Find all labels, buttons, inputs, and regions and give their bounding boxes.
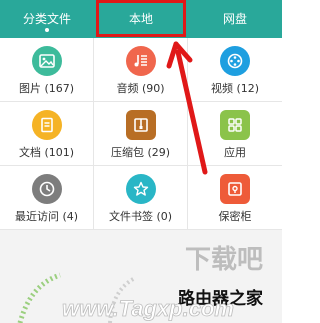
category-recent[interactable]: 最近访问 (4) [0, 166, 94, 230]
apps-icon [220, 110, 250, 140]
tab-category-files[interactable]: 分类文件 [0, 0, 94, 38]
safe-icon [220, 174, 250, 204]
category-archives[interactable]: 压缩包 (29) [94, 102, 188, 166]
category-label: 压缩包 (29) [110, 146, 171, 159]
watermark-text: 下载吧 [185, 244, 263, 274]
video-icon [220, 46, 250, 76]
category-audio[interactable]: 音频 (90) [94, 38, 188, 102]
image-icon [31, 46, 62, 76]
tab-label: 本地 [128, 12, 153, 26]
storage-ring-decoration [17, 272, 61, 323]
watermark-text: www.Tagxp.com [62, 296, 234, 321]
clock-icon [31, 174, 62, 204]
tab-label: 分类文件 [22, 12, 71, 26]
category-label: 应用 [224, 146, 246, 159]
storage-panel: 下载吧 路由器之家 www.Tagxp.com [0, 230, 282, 323]
category-label: 最近访问 (4) [14, 210, 79, 223]
active-tab-indicator [45, 28, 49, 32]
category-images[interactable]: 图片 (167) [0, 38, 94, 102]
category-label: 音频 (90) [116, 82, 165, 95]
tab-label: 网盘 [222, 12, 247, 26]
category-apps[interactable]: 应用 [188, 102, 282, 166]
category-bookmarks[interactable]: 文件书签 (0) [94, 166, 188, 230]
category-label: 保密柜 [218, 210, 252, 223]
category-documents[interactable]: 文档 (101) [0, 102, 94, 166]
star-icon [125, 174, 156, 204]
category-label: 文档 (101) [18, 146, 75, 159]
tab-cloud[interactable]: 网盘 [188, 0, 282, 38]
category-safe[interactable]: 保密柜 [188, 166, 282, 230]
watermark-overlay: 下载吧 路由器之家 www.Tagxp.com [17, 244, 263, 323]
category-tab-bar: 分类文件 本地 网盘 [0, 0, 282, 38]
category-label: 视频 (12) [210, 82, 260, 95]
document-icon [31, 110, 62, 140]
category-video[interactable]: 视频 (12) [188, 38, 282, 102]
tab-local[interactable]: 本地 [94, 0, 188, 38]
category-label: 文件书签 (0) [108, 210, 173, 223]
music-icon [125, 46, 156, 76]
archive-icon [125, 110, 156, 140]
category-grid: 图片 (167) 音频 (90) 视频 (12) 文档 (101) 压缩包 (2… [0, 38, 282, 230]
category-label: 图片 (167) [18, 82, 75, 95]
